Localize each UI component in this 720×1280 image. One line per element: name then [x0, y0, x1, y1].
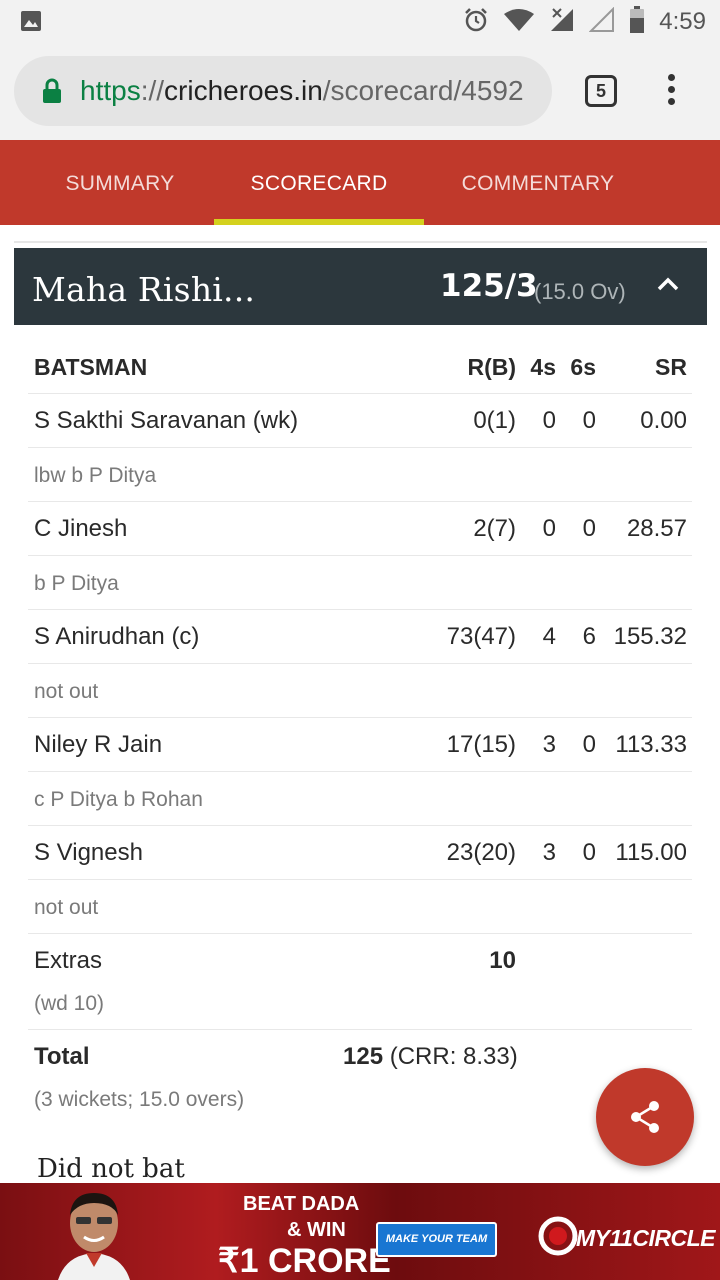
header-fours: 4s	[530, 354, 556, 380]
extras-label: Extras	[34, 947, 103, 974]
batsman-strike-rate: 113.33	[615, 731, 687, 758]
divider	[28, 555, 692, 556]
tab-scorecard[interactable]: SCORECARD	[214, 140, 424, 225]
batsman-name: S Anirudhan (c)	[34, 623, 200, 650]
signal-empty-icon	[588, 6, 615, 38]
battery-icon	[629, 5, 645, 39]
alarm-icon	[463, 7, 489, 38]
divider	[28, 447, 692, 448]
divider	[14, 241, 707, 243]
dismissal-text: b P Ditya	[34, 572, 119, 595]
tab-commentary[interactable]: COMMENTARY	[452, 140, 624, 225]
address-bar[interactable]: https://cricheroes.in/scorecard/4592	[14, 56, 552, 126]
batsman-fours: 0	[542, 515, 556, 542]
url-text: https://cricheroes.in/scorecard/4592	[80, 75, 524, 106]
batsman-name: Niley R Jain	[34, 731, 163, 758]
dismissal-text: not out	[34, 896, 99, 919]
batsman-strike-rate: 155.32	[613, 623, 687, 650]
team-name: Maha Rishi...	[32, 270, 256, 309]
image-icon	[20, 10, 42, 32]
browser-toolbar: https://cricheroes.in/scorecard/4592 5	[0, 44, 720, 140]
batsman-sixes: 6	[582, 623, 596, 650]
batsman-fours: 4	[542, 623, 556, 650]
batsman-runs-balls: 0(1)	[473, 407, 516, 434]
batsman-sixes: 0	[582, 515, 596, 542]
divider	[28, 771, 692, 772]
extras-detail: (wd 10)	[34, 992, 105, 1015]
status-bar: 4:59	[0, 0, 720, 44]
ad-headline-2: & WIN	[287, 1219, 346, 1241]
header-sixes: 6s	[570, 354, 596, 380]
header-batsman: BATSMAN	[34, 354, 148, 380]
make-your-team-button[interactable]: MAKE YOUR TEAM	[376, 1222, 497, 1257]
ad-headline-3: ₹1 CRORE	[218, 1242, 391, 1280]
batsman-strike-rate: 28.57	[626, 515, 687, 542]
batsman-fours: 3	[542, 839, 556, 866]
overflow-menu-icon[interactable]	[664, 74, 678, 110]
wifi-icon	[503, 8, 535, 37]
batsman-sixes: 0	[582, 839, 596, 866]
batsman-name: S Vignesh	[34, 839, 143, 866]
innings-overs: (15.0 Ov)	[534, 279, 626, 304]
total-detail: (3 wickets; 15.0 overs)	[34, 1088, 245, 1111]
total-label: Total	[34, 1043, 90, 1070]
batsman-sixes: 0	[582, 407, 596, 434]
ad-banner[interactable]: BEAT DADA & WIN ₹1 CRORE MAKE YOUR TEAM …	[0, 1183, 720, 1280]
batsman-runs-balls: 2(7)	[473, 515, 516, 542]
extras-value: 10	[489, 947, 516, 974]
dismissal-text: not out	[34, 680, 99, 703]
batsman-runs-balls: 73(47)	[446, 623, 516, 650]
batsman-sixes: 0	[582, 731, 596, 758]
dismissal-text: c P Ditya b Rohan	[34, 788, 203, 811]
share-icon	[631, 1101, 659, 1133]
brand-name: MY11CIRCLE	[576, 1225, 716, 1251]
batsman-fours: 0	[542, 407, 556, 434]
innings-score: 125/3	[440, 268, 538, 304]
dismissal-text: lbw b P Ditya	[34, 464, 157, 487]
did-not-bat-heading: Did not bat	[37, 1154, 185, 1184]
divider	[28, 663, 692, 664]
divider	[28, 933, 692, 934]
ad-headline-1: BEAT DADA	[243, 1193, 360, 1215]
batsman-strike-rate: 0.00	[640, 407, 687, 434]
lock-icon	[42, 78, 62, 104]
divider	[28, 393, 692, 394]
clock: 4:59	[659, 8, 706, 35]
divider	[28, 717, 692, 718]
batsman-runs-balls: 17(15)	[446, 731, 516, 758]
divider	[28, 501, 692, 502]
tab-switcher-button[interactable]: 5	[585, 75, 617, 107]
divider	[28, 1029, 692, 1030]
signal-icon	[549, 7, 575, 38]
share-button[interactable]	[596, 1068, 694, 1166]
scorecard-nav: SUMMARY SCORECARD COMMENTARY	[0, 140, 720, 225]
divider	[28, 879, 692, 880]
batsman-strike-rate: 115.00	[615, 839, 687, 866]
active-tab-indicator	[214, 219, 424, 225]
batsman-name: C Jinesh	[34, 515, 128, 542]
total-score: 125 (CRR: 8.33)	[343, 1043, 518, 1070]
innings-header[interactable]: Maha Rishi... 125/3 (15.0 Ov)	[14, 248, 707, 325]
ad-person-image	[52, 1189, 136, 1280]
chevron-up-icon[interactable]	[657, 276, 679, 292]
divider	[28, 609, 692, 610]
header-strike-rate: SR	[655, 354, 687, 380]
header-runs-balls: R(B)	[467, 354, 516, 380]
tab-summary[interactable]: SUMMARY	[40, 140, 200, 225]
batsman-fours: 3	[542, 731, 556, 758]
divider	[28, 825, 692, 826]
batsman-runs-balls: 23(20)	[446, 839, 516, 866]
batsman-name: S Sakthi Saravanan (wk)	[34, 407, 299, 434]
